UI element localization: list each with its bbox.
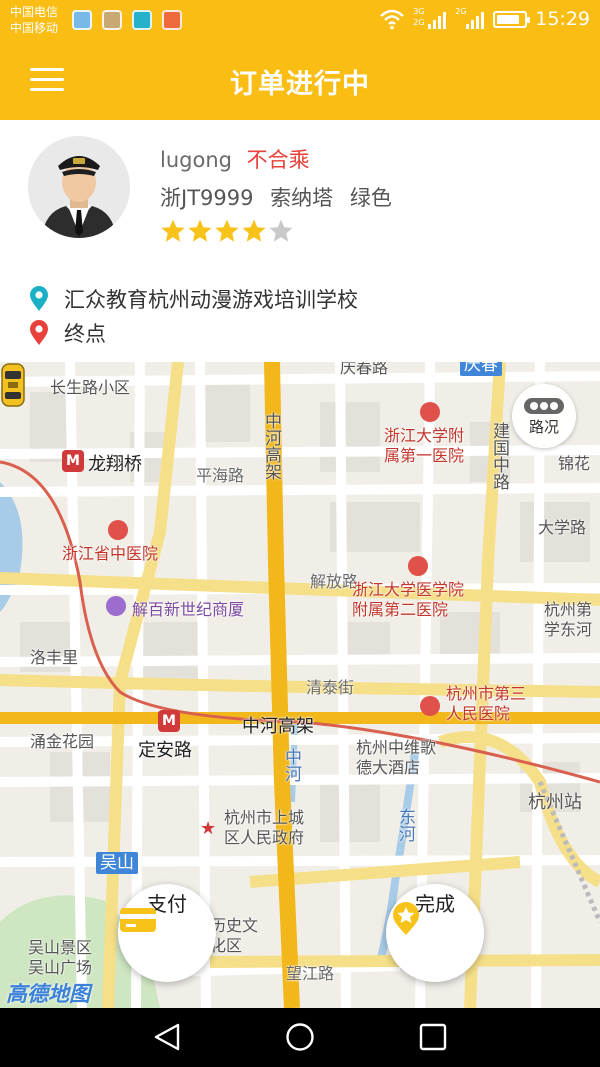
map-label-zju1[interactable]: 浙江大学附 属第一医院 [384,426,464,466]
signal-2: 2G [455,7,485,30]
pay-button[interactable]: 支付 [118,884,216,982]
map-tag-qingchun[interactable]: 庆春 [460,362,502,376]
end-pin-icon [30,320,48,345]
carpool-status: 不合乘 [246,148,310,172]
map-label-zhonghe-river: 中河 [281,748,301,782]
page-title: 订单进行中 [230,69,370,100]
star-filled-icon [215,219,239,242]
status-bar: 中国电信 中国移动 3G 2G 2G 15:29 [0,0,600,42]
government-icon: ★ [200,818,217,839]
hospital-icon [108,520,128,540]
taxi-car-icon [1,363,25,407]
star-filled-icon [161,219,185,242]
map-label-daxuelu: 大学路 [538,518,587,537]
star-empty-icon [269,219,293,242]
metro-icon: M [62,450,84,472]
system-indicators: 3G 2G 2G 15:29 [379,7,590,30]
calendar-app-icon [132,10,152,30]
map-label-pinghai: 平海路 [196,466,245,485]
map-label-hzdisi[interactable]: 杭州第 学东河 [544,600,592,640]
carrier-info: 中国电信 中国移动 [10,4,58,36]
map-label-changsheng[interactable]: 长生路小区 [50,374,130,398]
map-label-zju2[interactable]: 浙江大学医学院 附属第二医院 [352,580,464,620]
signal-bars-icon-2 [466,12,485,29]
map-label-dingan[interactable]: 定安路 [138,736,192,762]
traffic-toggle-button[interactable]: 路况 [512,384,576,448]
driver-avatar-icon [28,136,130,238]
app-root: 中国电信 中国移动 3G 2G 2G 15:29 订单进行中 lugong 不合… [0,0,600,1067]
carrier-1: 中国电信 [10,5,59,19]
star-filled-icon [242,219,266,242]
wifi-icon [380,9,405,30]
start-pin-icon [30,286,48,311]
map-view[interactable]: 长生路小区 M 龙翔桥 平海路 浙江省中医院 解百新世纪商厦 洛丰里 涌金花园 … [0,362,600,1008]
map-label-jinhua: 锦花 [558,454,591,473]
battery-icon [493,10,531,28]
signal-bars-icon [428,12,447,29]
map-label-lishi: 历史文 化区 [210,916,259,955]
android-nav-bar [0,1008,600,1067]
hospital-icon-4 [420,696,440,716]
map-label-wushan-scenic[interactable]: 吴山景区 吴山广场 [28,938,92,978]
network-type-1: 3G [413,7,425,16]
wallet-card-icon [120,908,156,932]
driver-name: lugong [160,148,232,172]
route-end: 终点 [28,318,588,348]
star-pin-icon [393,902,419,935]
network-type-2: 2G [413,18,425,27]
map-label-zhonghe-v: 中河高架 [261,412,281,480]
traffic-icon [524,398,564,414]
carrier-2: 中国移动 [10,21,59,35]
map-label-shangcheng[interactable]: 杭州市上城 区人民政府 [224,808,304,848]
map-label-luofeng[interactable]: 洛丰里 [30,644,78,668]
route-start-text: 汇众教育杭州动漫游戏培训学校 [64,288,358,312]
driver-card: lugong 不合乘 浙JT9999 索纳塔 绿色 汇众教育杭州动漫游戏培训学校… [0,120,600,362]
map-label-longxiang[interactable]: 龙翔桥 [88,450,142,476]
home-circle-icon[interactable] [285,1022,315,1052]
map-label-donghe: 东河 [395,808,415,842]
map-label-zjzyy[interactable]: 浙江省中医院 [62,544,158,564]
map-label-jiefang: 解放路 [310,572,359,591]
driver-name-line: lugong 不合乘 [160,144,310,174]
browser-app-icon [162,10,182,30]
weather-app-icon [72,10,92,30]
battery-level [497,14,520,24]
hospital-icon-3 [408,556,428,576]
plate-number: 浙JT9999 [160,186,254,210]
map-label-qingchun: 庆春路 [340,362,389,377]
map-label-wangjiang: 望江路 [286,964,335,983]
traffic-label: 路况 [528,418,559,436]
route-start: 汇众教育杭州动漫游戏培训学校 [28,284,588,314]
car-color: 绿色 [349,186,392,210]
hospital-icon-2 [420,402,440,422]
map-label-zhonghe-h: 中河高架 [242,716,314,737]
route-end-text: 终点 [64,322,106,346]
mall-icon [106,596,126,616]
map-label-zhongwei[interactable]: 杭州中维歌 德大酒店 [356,738,436,778]
recents-square-icon[interactable] [418,1022,448,1052]
metro-icon-2: M [158,710,180,732]
clock: 15:29 [535,8,590,30]
amap-logo: 高德地图 [6,982,90,1006]
back-triangle-icon[interactable] [152,1022,182,1052]
complete-button[interactable]: 完成 [386,884,484,982]
vehicle-info: 浙JT9999 索纳塔 绿色 [160,182,402,212]
driver-rating [160,218,294,244]
star-filled-icon [188,219,212,242]
map-label-qingtai: 清泰街 [306,678,355,697]
map-label-yongjin[interactable]: 涌金花园 [30,728,94,752]
map-tag-wushan[interactable]: 吴山 [96,852,138,874]
notification-icons [72,10,182,30]
car-model: 索纳塔 [270,186,334,210]
gallery-app-icon [102,10,122,30]
map-label-hzstation[interactable]: 杭州站 [528,788,582,814]
signal-1: 3G 2G [413,7,447,30]
map-label-hz3[interactable]: 杭州市第三 人民医院 [446,684,526,724]
driver-avatar[interactable] [28,136,130,238]
map-label-jianguo: 建国中路 [489,422,509,490]
title-bar: 订单进行中 [0,42,600,120]
map-label-jiebai[interactable]: 解百新世纪商厦 [132,596,244,620]
